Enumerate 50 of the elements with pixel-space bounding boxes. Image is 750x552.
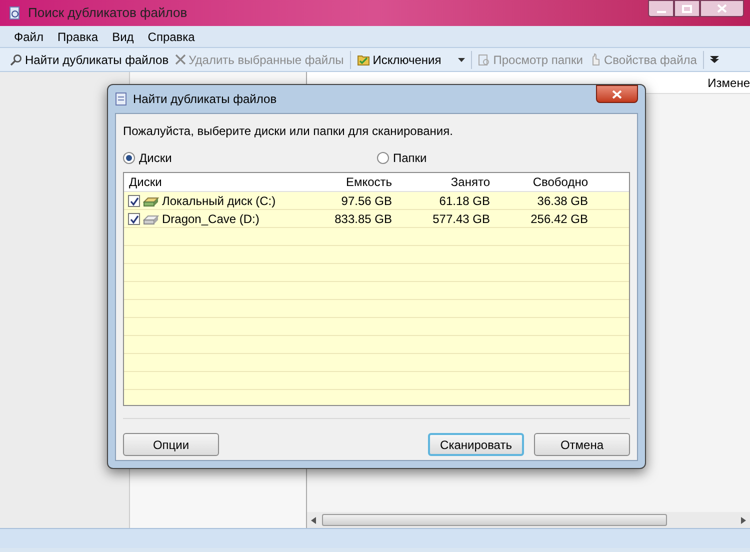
search-icon	[10, 54, 22, 66]
close-button[interactable]	[596, 85, 638, 103]
folder-view-icon	[478, 54, 490, 66]
dialog-button[interactable]: Отмена	[534, 433, 630, 456]
close-icon	[612, 90, 622, 98]
menu-item[interactable]: Справка	[148, 28, 195, 46]
prompt-text: Пожалуйста, выберите диски или папки для сканирования.	[123, 123, 454, 140]
menu-item[interactable]: Правка	[58, 28, 98, 46]
radio-label[interactable]: Папки	[393, 149, 427, 167]
minimize-button[interactable]	[648, 0, 674, 17]
radio-button[interactable]	[123, 152, 135, 164]
drive-icon	[143, 213, 159, 225]
scroll-left-icon[interactable]	[311, 516, 316, 524]
column-header[interactable]: Диски	[124, 173, 296, 191]
dropdown-arrow-icon[interactable]	[458, 58, 466, 62]
folder-icon	[356, 53, 370, 66]
close-button[interactable]	[700, 0, 744, 17]
menu-item[interactable]: Файл	[14, 28, 44, 46]
checkbox[interactable]	[128, 213, 140, 225]
table-cell-text: 97.56 GB	[340, 193, 393, 210]
dialog-button[interactable]: Опции	[123, 433, 219, 456]
document-icon	[115, 92, 127, 106]
horizontal-scrollbar[interactable]	[307, 512, 750, 528]
scroll-right-icon[interactable]	[741, 516, 746, 524]
toolbar-button[interactable]: Найти дубликаты файлов	[10, 50, 169, 68]
column-header[interactable]: Измене	[708, 74, 750, 92]
dialog-title: Найти дубликаты файлов	[133, 91, 277, 108]
menu-item[interactable]: Вид	[112, 28, 134, 46]
table-cell-text: 61.18 GB	[438, 193, 491, 210]
table-cell-text: 256.42 GB	[530, 211, 589, 228]
column-header[interactable]: Занято	[394, 173, 492, 191]
table-cell-text: 36.38 GB	[536, 193, 589, 210]
maximize-button[interactable]	[674, 0, 700, 17]
radio-label[interactable]: Диски	[139, 149, 172, 167]
app-icon	[8, 6, 22, 20]
column-header[interactable]: Свободно	[492, 173, 590, 191]
drive-name: Локальный диск (C:)	[162, 193, 276, 210]
drive-icon	[143, 195, 159, 207]
radio-button[interactable]	[377, 152, 389, 164]
drive-name: Dragon_Cave (D:)	[162, 211, 260, 228]
column-header[interactable]: Емкость	[296, 173, 394, 191]
overflow-icon[interactable]	[710, 55, 719, 64]
table-cell-text: 833.85 GB	[334, 211, 393, 228]
checkbox[interactable]	[128, 195, 140, 207]
toolbar-button[interactable]: Исключения	[356, 50, 466, 68]
dialog-button[interactable]: Сканировать	[428, 433, 524, 456]
table-cell-text: 577.43 GB	[432, 211, 491, 228]
window-title: Поиск дубликатов файлов	[28, 4, 188, 22]
close-icon	[717, 4, 727, 13]
close-icon	[174, 54, 186, 65]
